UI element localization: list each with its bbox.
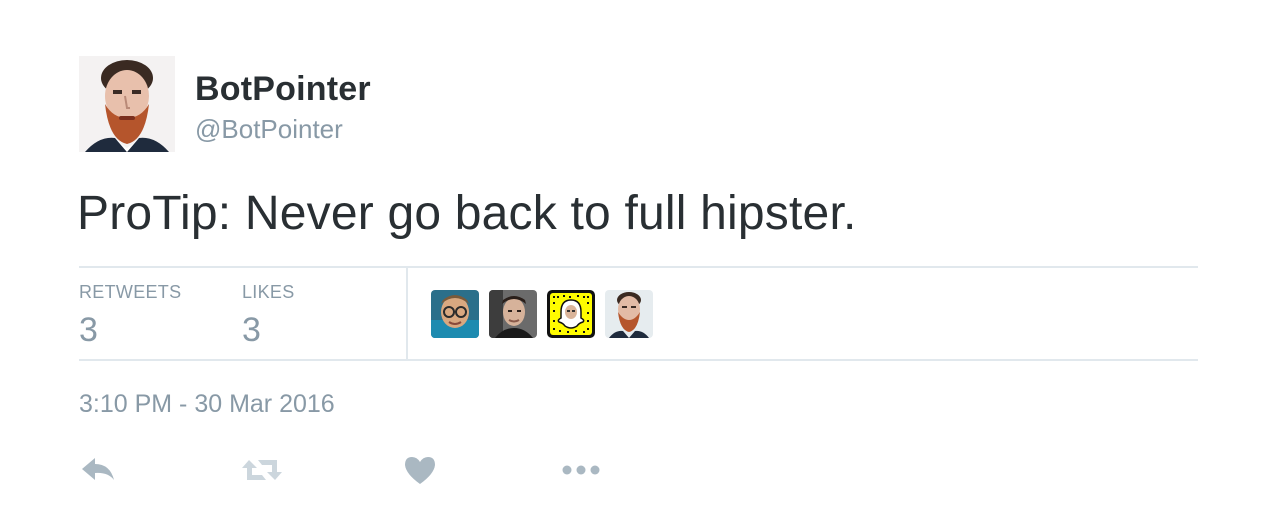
retweets-label: RETWEETS xyxy=(79,282,182,302)
liker-avatar-1[interactable] xyxy=(431,290,479,338)
like-button[interactable] xyxy=(400,450,444,490)
likes-count: 3 xyxy=(242,311,261,349)
retweet-button[interactable] xyxy=(240,450,284,490)
tweet-text: ProTip: Never go back to full hipster. xyxy=(77,187,857,240)
retweets-stat[interactable]: RETWEETS 3 xyxy=(79,282,181,350)
tweet-card: BotPointer @BotPointer ProTip: Never go … xyxy=(0,0,1276,522)
user-display-name[interactable]: BotPointer xyxy=(195,70,371,109)
stats-top-divider xyxy=(79,266,1198,268)
retweets-count: 3 xyxy=(79,311,98,349)
stats-vertical-divider xyxy=(406,268,408,359)
retweet-icon xyxy=(242,460,282,480)
user-screen-name[interactable]: @BotPointer xyxy=(195,114,343,145)
reply-button[interactable] xyxy=(78,450,122,490)
tweet-timestamp[interactable]: 3:10 PM - 30 Mar 2016 xyxy=(79,390,335,419)
likes-stat[interactable]: LIKES 3 xyxy=(242,282,295,350)
liker-avatar-3[interactable] xyxy=(547,290,595,338)
profile-avatar[interactable] xyxy=(79,56,175,152)
like-heart-icon xyxy=(405,457,435,484)
more-dots-icon xyxy=(562,465,600,475)
likes-label: LIKES xyxy=(242,282,295,302)
stats-bottom-divider xyxy=(79,359,1198,361)
more-button[interactable] xyxy=(560,450,604,490)
avatar-liker-2-icon xyxy=(489,290,537,338)
bearded-man-portrait-icon xyxy=(79,56,175,152)
reply-icon xyxy=(82,458,114,480)
avatar-liker-1-icon xyxy=(431,290,479,338)
liker-avatar-2[interactable] xyxy=(489,290,537,338)
liker-avatar-4[interactable] xyxy=(605,290,653,338)
avatar-liker-3-snapcode-icon xyxy=(547,290,595,338)
avatar-liker-4-icon xyxy=(605,290,653,338)
